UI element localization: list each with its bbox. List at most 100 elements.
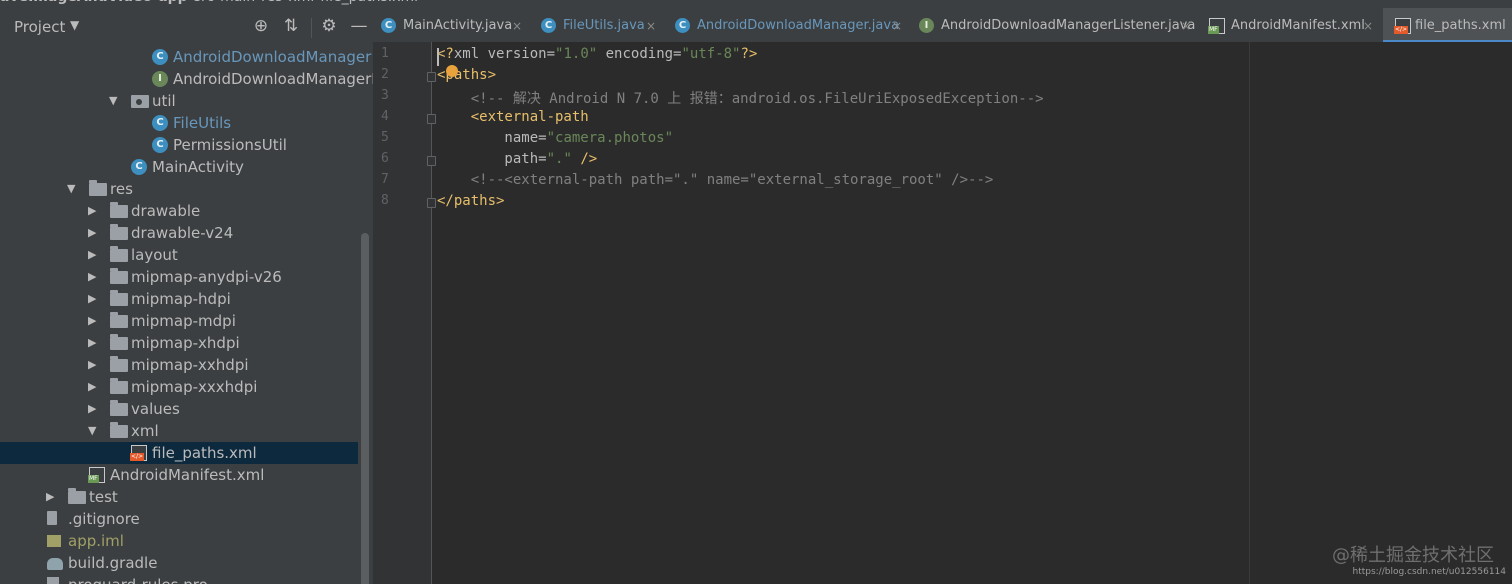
class-icon: C [675,18,690,33]
tree-item[interactable]: ▶ mipmap-anydpi-v26 [0,266,358,288]
tree-item[interactable]: ▼ xml [0,420,358,442]
tree-item[interactable]: ▶ mipmap-mdpi [0,310,358,332]
tree-item[interactable]: ▶ test [0,486,358,508]
package-folder-icon [131,95,149,108]
line-number: 2 [381,67,389,82]
tree-item-label: xml [131,422,159,440]
editor-tab-bar: C MainActivity.java × C FileUtils.java × C Andr… [373,8,1512,43]
tree-item[interactable]: ▶ layout [0,244,358,266]
tree-item-label: mipmap-mdpi [131,312,236,330]
class-icon: C [152,49,168,65]
tree-item[interactable]: I AndroidDownloadManagerListener [0,68,373,90]
fold-marker-icon[interactable] [427,156,436,166]
tree-item[interactable]: ▼ util [0,90,358,112]
tree-item[interactable]: ▶ mipmap-xxhdpi [0,354,358,376]
code-token: "utf-8" [681,46,741,62]
tree-item[interactable]: proguard-rules.pro [0,574,358,584]
code-editor[interactable]: 12345678 <?xml version="1.0" encoding="u… [373,42,1512,584]
code-line[interactable]: <external-path [437,109,589,125]
tree-item[interactable]: file_paths.xml [0,442,358,464]
tree-item-label: layout [131,246,178,264]
collapsed-arrow-icon[interactable]: ▶ [88,310,100,332]
tree-item[interactable]: C AndroidDownloadManager [0,46,371,68]
tree-item[interactable]: build.gradle [0,552,358,574]
class-icon: C [131,159,147,175]
fold-marker-icon[interactable] [427,198,436,208]
file-icon [47,577,59,584]
code-line[interactable]: <!--<external-path path="." name="extern… [437,172,994,188]
intention-bulb-icon[interactable] [446,65,458,77]
editor-tab[interactable]: C FileUtils.java × [541,8,657,42]
close-icon[interactable]: × [1181,8,1191,44]
close-icon[interactable]: × [892,8,902,44]
tree-item[interactable]: ▶ mipmap-xxxhdpi [0,376,358,398]
line-number: 7 [381,172,389,187]
close-icon[interactable]: × [512,8,522,44]
tree-item[interactable]: ▶ drawable [0,200,358,222]
tree-item[interactable]: ▶ mipmap-xhdpi [0,332,358,354]
collapsed-arrow-icon[interactable]: ▶ [88,288,100,310]
collapsed-arrow-icon[interactable]: ▶ [88,332,100,354]
collapsed-arrow-icon[interactable]: ▶ [88,376,100,398]
tree-item[interactable]: C PermissionsUtil [0,134,358,156]
folder-icon [110,224,128,240]
tree-item[interactable]: ▶ values [0,398,358,420]
tree-item[interactable]: C FileUtils [0,112,358,134]
expanded-arrow-icon[interactable]: ▼ [88,420,100,442]
tree-item[interactable]: .gitignore [0,508,358,530]
collapse-all-icon[interactable]: ⇅ [281,16,301,36]
code-line[interactable]: </paths> [437,193,504,209]
tree-item[interactable]: ▼ res [0,178,358,200]
editor-tab[interactable]: C MainActivity.java × [381,8,523,42]
collapsed-arrow-icon[interactable]: ▶ [88,266,100,288]
editor-tab[interactable]: I AndroidDownloadManagerListener.java × [919,8,1195,44]
chevron-down-icon[interactable]: ▼ [70,18,79,32]
collapsed-arrow-icon[interactable]: ▶ [46,486,58,508]
breadcrumb-item[interactable]: main [220,0,255,5]
fold-marker-icon[interactable] [427,114,436,124]
breadcrumb-item[interactable]: xml [288,0,314,5]
fold-marker-icon[interactable] [427,72,436,82]
tree-item[interactable]: ▶ drawable-v24 [0,222,358,244]
breadcrumb-item[interactable]: aveImageAndVideo [0,0,152,5]
tab-label: AndroidManifest.xml [1231,18,1365,33]
code-line[interactable]: path="." /> [437,151,597,167]
collapsed-arrow-icon[interactable]: ▶ [88,200,100,222]
editor-tab[interactable]: AndroidManifest.xml× [1208,8,1373,44]
project-scrollbar[interactable] [361,233,369,584]
tree-item[interactable]: app.iml [0,530,358,552]
tree-item[interactable]: C MainActivity [0,156,358,178]
gitignore-file-icon [47,511,57,525]
folder-icon [68,488,86,504]
close-icon[interactable]: × [646,8,656,44]
collapsed-arrow-icon[interactable]: ▶ [88,398,100,420]
tree-item-label: AndroidDownloadManagerListener [173,70,373,88]
editor-tab[interactable]: file_paths.xml [1383,8,1512,43]
tree-item-label: mipmap-anydpi-v26 [131,268,282,286]
hide-panel-icon[interactable]: — [349,16,369,36]
breadcrumb-item[interactable]: app [158,0,188,5]
breadcrumb-item[interactable]: file_paths.xml [320,0,418,5]
tree-item[interactable]: AndroidManifest.xml [0,464,358,486]
gear-icon[interactable]: ⚙ [319,16,339,36]
collapsed-arrow-icon[interactable]: ▶ [88,222,100,244]
line-number-gutter: 1 2 3 4 5 6 7 8 [373,42,436,584]
tree-item-label: drawable [131,202,201,220]
editor-tab[interactable]: C AndroidDownloadManager.java × [675,8,903,42]
breadcrumb-item[interactable]: res [261,0,282,5]
code-line[interactable]: <!-- 解决 Android N 7.0 上 报错：android.os.Fi… [437,88,1044,108]
breadcrumb-item[interactable]: src [194,0,214,5]
tree-item[interactable]: ▶ mipmap-hdpi [0,288,358,310]
project-view-selector[interactable]: Project [14,18,65,36]
xml-file-icon [1394,18,1411,34]
collapsed-arrow-icon[interactable]: ▶ [88,354,100,376]
folder-icon [110,290,128,306]
close-icon[interactable]: × [1363,8,1373,44]
collapsed-arrow-icon[interactable]: ▶ [88,244,100,266]
expanded-arrow-icon[interactable]: ▼ [67,178,79,200]
code-line[interactable]: name="camera.photos" [437,130,673,146]
code-line[interactable]: <?xml version="1.0" encoding="utf-8"?> [437,46,757,62]
locate-file-icon[interactable]: ⊕ [251,16,271,36]
expanded-arrow-icon[interactable]: ▼ [109,90,121,112]
tree-item-label: mipmap-hdpi [131,290,231,308]
